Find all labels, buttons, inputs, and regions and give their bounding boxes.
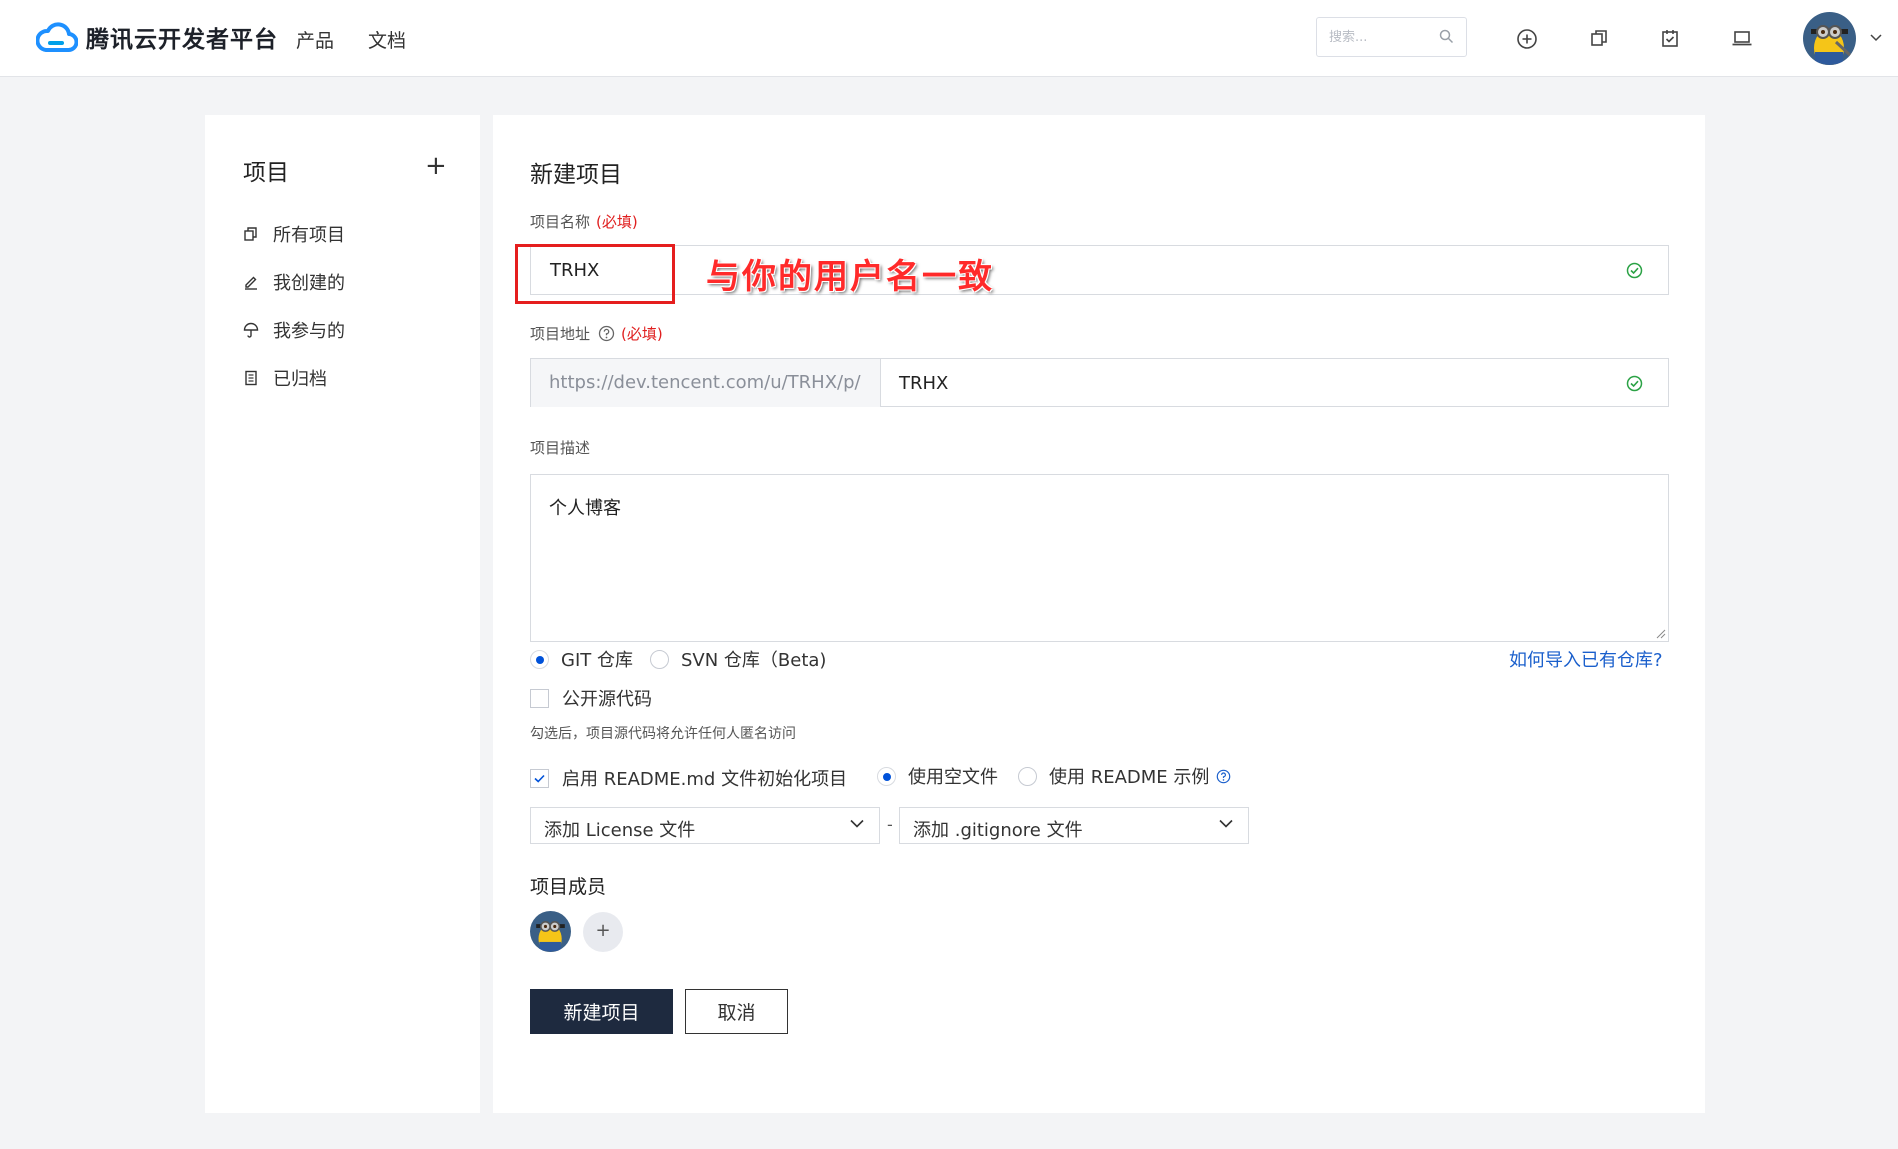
select-value: 添加 .gitignore 文件	[913, 820, 1083, 841]
radio-indicator	[877, 766, 896, 786]
laptop-icon[interactable]	[1731, 28, 1753, 48]
sidebar-item-all-projects[interactable]: 所有项目	[243, 221, 345, 247]
user-avatar[interactable]	[1803, 12, 1856, 65]
add-project-button[interactable]: +	[425, 153, 447, 179]
license-select[interactable]: 添加 License 文件	[530, 807, 880, 844]
label-text: 项目名称	[530, 213, 591, 231]
help-icon[interactable]	[1216, 769, 1231, 784]
project-address-input[interactable]: https://dev.tencent.com/u/TRHX/p/ TRHX	[530, 358, 1669, 407]
sidebar-item-created[interactable]: 我创建的	[243, 269, 345, 295]
sidebar-item-participated[interactable]: 我参与的	[243, 317, 345, 343]
public-source-hint: 勾选后，项目源代码将允许任何人匿名访问	[530, 726, 796, 742]
import-repo-link[interactable]: 如何导入已有仓库?	[1509, 646, 1663, 672]
create-project-button[interactable]: 新建项目	[530, 989, 673, 1034]
chevron-down-icon	[1219, 819, 1233, 828]
required-mark: (必填)	[596, 213, 638, 231]
edit-icon	[245, 276, 257, 290]
annotation-highlight-box	[515, 244, 675, 304]
public-source-checkbox[interactable]: 公开源代码	[530, 685, 652, 711]
checkbox-box	[530, 768, 549, 788]
nav-docs[interactable]: 文档	[368, 26, 406, 53]
readme-init-checkbox[interactable]: 启用 README.md 文件初始化项目	[530, 765, 847, 791]
radio-label: 使用 README 示例	[1049, 767, 1210, 788]
brand-name: 腾讯云开发者平台	[86, 27, 278, 53]
chevron-down-icon	[850, 819, 864, 828]
radio-indicator	[530, 649, 549, 669]
archive-icon	[245, 370, 257, 386]
checkbox-label: 公开源代码	[562, 689, 652, 710]
project-address-label: 项目地址 (必填)	[530, 323, 663, 344]
radio-indicator	[650, 649, 669, 669]
copy-icon	[244, 227, 257, 241]
radio-indicator	[1018, 766, 1037, 786]
help-icon[interactable]	[598, 325, 615, 342]
label-text: 项目描述	[530, 439, 591, 457]
search-icon[interactable]	[1439, 29, 1454, 44]
project-description-label: 项目描述	[530, 437, 590, 458]
required-mark: (必填)	[621, 325, 663, 343]
page-title: 新建项目	[530, 162, 622, 188]
radio-git-repo[interactable]: GIT 仓库	[530, 646, 633, 672]
gitignore-select[interactable]: 添加 .gitignore 文件	[899, 807, 1249, 844]
checkbox-label: 启用 README.md 文件初始化项目	[562, 769, 848, 790]
project-name-label: 项目名称 (必填)	[530, 211, 638, 232]
project-name-input[interactable]: TRHX	[530, 245, 1669, 295]
top-navbar: 腾讯云开发者平台 产品 文档	[0, 0, 1898, 77]
radio-empty-readme[interactable]: 使用空文件	[877, 763, 998, 789]
copy-icon[interactable]	[1589, 28, 1609, 48]
cloud-logo-icon	[36, 22, 78, 52]
annotation-text: 与你的用户名一致	[706, 257, 994, 297]
check-circle-icon	[1626, 262, 1643, 279]
checkbox-box	[530, 688, 549, 708]
select-separator: -	[887, 815, 893, 834]
cancel-button[interactable]: 取消	[685, 989, 788, 1034]
resize-handle-icon[interactable]	[1656, 629, 1666, 639]
add-circle-icon[interactable]	[1516, 28, 1538, 50]
radio-label: 使用空文件	[908, 767, 998, 788]
sidebar-item-label: 我创建的	[273, 273, 345, 294]
project-description-textarea[interactable]: 个人博客	[530, 474, 1669, 642]
radio-svn-repo[interactable]: SVN 仓库（Beta)	[650, 646, 826, 672]
address-prefix: https://dev.tencent.com/u/TRHX/p/	[531, 359, 881, 407]
task-icon[interactable]	[1660, 28, 1680, 48]
search-box	[1316, 17, 1467, 57]
add-member-button[interactable]: +	[583, 912, 623, 952]
check-circle-icon	[1626, 375, 1643, 392]
minion-avatar-image	[1803, 12, 1856, 65]
sidebar-title: 项目	[243, 160, 289, 186]
sidebar-item-label: 所有项目	[273, 225, 345, 246]
radio-readme-example[interactable]: 使用 README 示例	[1018, 763, 1231, 789]
radio-label: GIT 仓库	[561, 650, 633, 671]
brand-logo[interactable]: 腾讯云开发者平台	[36, 20, 278, 54]
sidebar-item-label: 已归档	[273, 369, 327, 390]
sidebar-item-label: 我参与的	[273, 321, 345, 342]
member-avatar[interactable]	[530, 911, 571, 952]
radio-label: SVN 仓库（Beta)	[681, 650, 827, 671]
search-input[interactable]	[1317, 18, 1427, 56]
sidebar-item-archived[interactable]: 已归档	[243, 365, 327, 391]
project-address-value: TRHX	[899, 373, 949, 394]
label-text: 项目地址	[530, 325, 591, 343]
chevron-down-icon[interactable]	[1870, 33, 1882, 42]
select-value: 添加 License 文件	[544, 820, 696, 841]
umbrella-icon	[243, 322, 259, 338]
nav-products[interactable]: 产品	[296, 26, 334, 53]
project-description-value: 个人博客	[549, 498, 621, 519]
members-title: 项目成员	[530, 876, 607, 898]
minion-avatar-image	[530, 911, 571, 952]
checkmark-icon	[534, 774, 545, 783]
project-sidebar: 项目 + 所有项目 我创建的 我参与的 已归档	[205, 115, 480, 1113]
